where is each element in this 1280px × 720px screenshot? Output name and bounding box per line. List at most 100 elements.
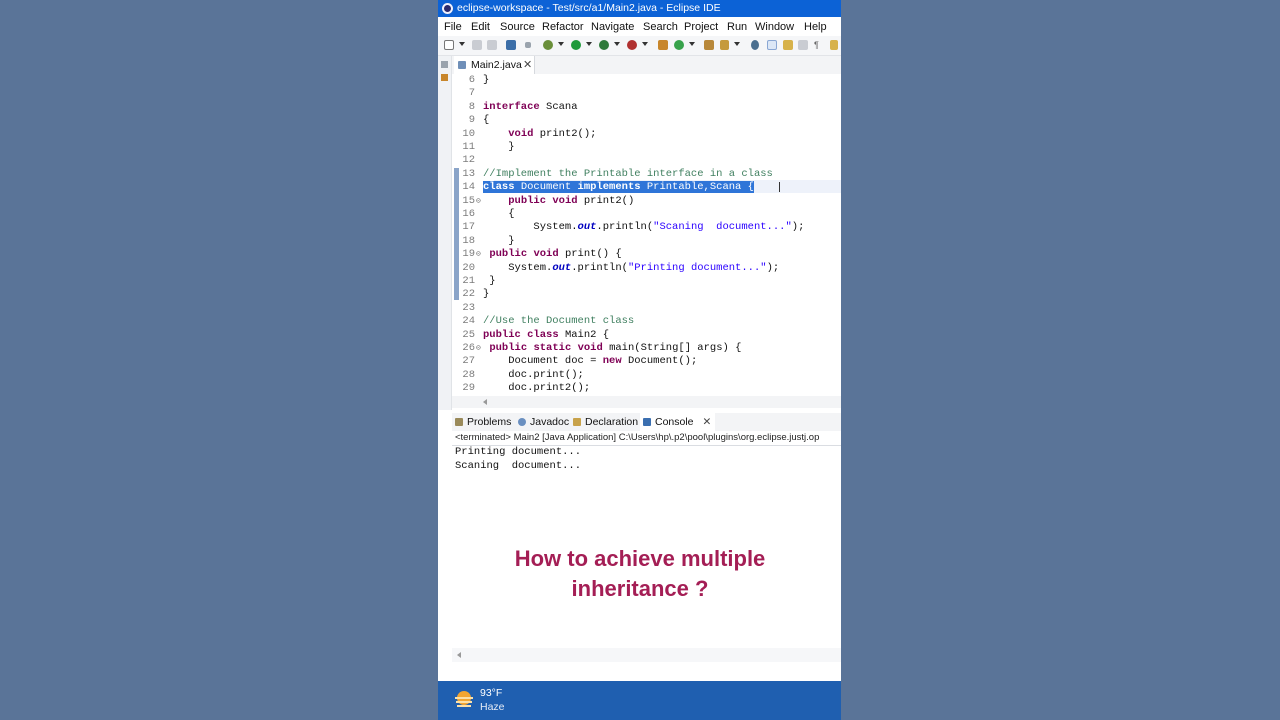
print-icon[interactable] xyxy=(506,40,516,50)
haze-sun-icon[interactable] xyxy=(454,689,474,709)
line-number[interactable]: 14 xyxy=(462,181,475,194)
declaration-icon xyxy=(573,418,581,426)
skip-breakpoints-icon[interactable] xyxy=(525,42,531,48)
menu-run[interactable]: Run xyxy=(727,18,747,36)
line-number[interactable]: 22 xyxy=(462,288,475,301)
line-number[interactable]: 25 xyxy=(462,329,475,342)
code-line: 11 } xyxy=(452,141,841,154)
block-selection-icon[interactable] xyxy=(798,40,808,50)
new-class-dropdown-icon[interactable] xyxy=(689,42,695,46)
code-text: doc.print(); xyxy=(483,368,584,381)
line-number[interactable]: 8 xyxy=(469,101,475,114)
external-tools-dropdown-icon[interactable] xyxy=(642,42,648,46)
code-text: Document doc = new Document(); xyxy=(483,355,698,368)
code-text: public void print2() xyxy=(508,194,635,207)
new-dropdown-icon[interactable] xyxy=(459,42,465,46)
title-bar[interactable]: eclipse-workspace - Test/src/a1/Main2.ja… xyxy=(438,0,841,17)
menu-project[interactable]: Project xyxy=(684,18,718,36)
fold-toggle-icon[interactable]: ⊝ xyxy=(476,195,481,208)
weather-temperature[interactable]: 93°F xyxy=(480,687,502,699)
line-number[interactable]: 7 xyxy=(469,87,475,100)
external-tools-icon[interactable] xyxy=(627,40,637,50)
line-number[interactable]: 11 xyxy=(462,141,475,154)
run-icon[interactable] xyxy=(571,40,581,50)
show-whitespace-icon[interactable]: ¶ xyxy=(814,40,824,50)
code-line: 15 ⊝ public void print2() xyxy=(452,195,841,208)
line-number[interactable]: 6 xyxy=(469,74,475,87)
close-icon[interactable]: ✕ xyxy=(523,56,532,74)
code-text: //Use the Document class xyxy=(483,315,635,328)
weather-condition[interactable]: Haze xyxy=(480,701,505,713)
launch-description: <terminated> Main2 [Java Application] C:… xyxy=(455,432,820,443)
open-type-icon[interactable] xyxy=(704,40,714,50)
tab-console[interactable]: Console ✕ xyxy=(640,413,716,431)
code-text: void print2(); xyxy=(508,127,597,140)
menu-file[interactable]: File xyxy=(444,18,462,36)
eclipse-icon xyxy=(442,3,453,14)
java-file-icon xyxy=(458,61,466,69)
menu-help[interactable]: Help xyxy=(804,18,827,36)
menu-search[interactable]: Search xyxy=(643,18,678,36)
search-dropdown-icon[interactable] xyxy=(734,42,740,46)
code-line: 21 } xyxy=(452,275,841,288)
restore-icon[interactable] xyxy=(441,61,448,68)
caption-line-2: inheritance ? xyxy=(571,576,709,601)
fold-toggle-icon[interactable]: ⊝ xyxy=(476,342,481,355)
coverage-dropdown-icon[interactable] xyxy=(614,42,620,46)
line-number[interactable]: 20 xyxy=(462,262,475,275)
eclipse-window: eclipse-workspace - Test/src/a1/Main2.ja… xyxy=(438,0,841,720)
package-explorer-icon[interactable] xyxy=(441,74,448,81)
toggle-mark-occurrences-icon[interactable] xyxy=(767,40,777,50)
line-number[interactable]: 29 xyxy=(462,382,475,395)
code-text: public static void main(String[] args) { xyxy=(489,342,742,354)
line-number[interactable]: 10 xyxy=(462,128,475,141)
save-all-icon[interactable] xyxy=(487,40,497,50)
debug-icon[interactable] xyxy=(543,40,553,50)
line-number[interactable]: 28 xyxy=(462,369,475,382)
line-number[interactable]: 13 xyxy=(462,168,475,181)
code-line: 9{ xyxy=(452,114,841,127)
line-number[interactable]: 9 xyxy=(469,114,475,127)
line-number[interactable]: 19 xyxy=(462,248,475,261)
line-number[interactable]: 21 xyxy=(462,275,475,288)
menu-refactor[interactable]: Refactor xyxy=(542,18,584,36)
menu-navigate[interactable]: Navigate xyxy=(591,18,634,36)
save-icon[interactable] xyxy=(472,40,482,50)
code-text: System.out.println("Scaning document..."… xyxy=(483,221,805,234)
line-number[interactable]: 24 xyxy=(462,315,475,328)
line-number[interactable]: 26 xyxy=(462,342,475,355)
code-text: doc.print2(); xyxy=(483,382,591,395)
close-icon[interactable]: ✕ xyxy=(702,416,711,428)
line-number[interactable]: 12 xyxy=(462,154,475,167)
new-java-project-icon[interactable] xyxy=(658,40,668,50)
tab-javadoc[interactable]: Javadoc xyxy=(518,413,569,431)
menu-source[interactable]: Source xyxy=(500,18,535,36)
tab-problems[interactable]: Problems xyxy=(455,413,511,431)
scroll-left-icon[interactable] xyxy=(457,652,461,658)
next-annotation-icon[interactable] xyxy=(751,40,759,50)
line-number[interactable]: 16 xyxy=(462,208,475,221)
search-icon[interactable] xyxy=(720,40,729,50)
run-dropdown-icon[interactable] xyxy=(586,42,592,46)
code-line: 22} xyxy=(452,288,841,301)
fold-toggle-icon[interactable]: ⊝ xyxy=(476,248,481,261)
coverage-icon[interactable] xyxy=(599,40,609,50)
new-class-icon[interactable] xyxy=(674,40,684,50)
tab-main2-java[interactable]: Main2.java ✕ xyxy=(454,56,535,74)
line-number[interactable]: 17 xyxy=(462,221,475,234)
debug-dropdown-icon[interactable] xyxy=(558,42,564,46)
menu-window[interactable]: Window xyxy=(755,18,794,36)
line-number[interactable]: 15 xyxy=(462,195,475,208)
scroll-left-icon[interactable] xyxy=(483,399,487,405)
annotation-icon[interactable] xyxy=(783,40,793,50)
line-number[interactable]: 18 xyxy=(462,235,475,248)
tab-declaration[interactable]: Declaration xyxy=(573,413,638,431)
line-number[interactable]: 23 xyxy=(462,302,475,315)
pin-editor-icon[interactable] xyxy=(830,40,838,50)
menu-edit[interactable]: Edit xyxy=(471,18,490,36)
line-number[interactable]: 27 xyxy=(462,355,475,368)
console-horizontal-scrollbar[interactable] xyxy=(452,648,841,662)
editor-horizontal-scrollbar[interactable] xyxy=(452,396,841,408)
code-editor[interactable]: 6} 7 8 interface Scana 9{10 void print2(); 11… xyxy=(452,74,841,396)
new-icon[interactable] xyxy=(444,40,454,50)
